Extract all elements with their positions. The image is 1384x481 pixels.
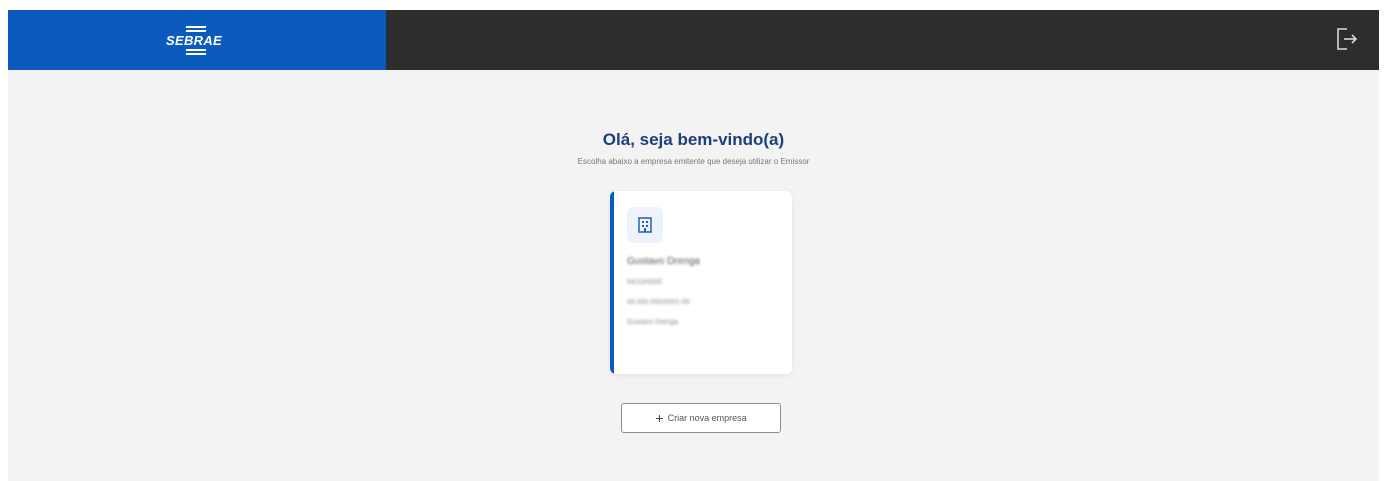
- building-icon: [627, 207, 663, 243]
- company-cnpj: 00.000.000/0001-00: [627, 299, 690, 306]
- logout-button[interactable]: [1335, 26, 1359, 52]
- company-owner: Gustavo Drenga: [627, 319, 678, 326]
- plus-icon: +: [655, 410, 664, 426]
- sebrae-logo[interactable]: SEBRAE: [166, 22, 228, 58]
- main-content: Olá, seja bem-vindo(a) Escolha abaixo a …: [8, 70, 1379, 481]
- logo-stripe: [185, 30, 207, 32]
- page-subtitle: Escolha abaixo a empresa emitente que de…: [577, 157, 810, 166]
- company-card[interactable]: Gustavo Drenga 04/10/0000 00.000.000/000…: [610, 191, 792, 374]
- card-accent-bar: [610, 191, 614, 374]
- create-company-button[interactable]: + Criar nova empresa: [621, 403, 781, 433]
- logo-stripe: [185, 26, 207, 28]
- logo-stripe: [185, 49, 207, 51]
- page-title: Olá, seja bem-vindo(a): [602, 130, 785, 149]
- logo-text: SEBRAE: [166, 33, 222, 48]
- top-bar: SEBRAE: [8, 10, 1379, 70]
- app-window: SEBRAE Olá, seja bem-vindo(a) Escolha ab…: [8, 10, 1379, 481]
- logo-stripe: [185, 53, 207, 55]
- company-date: 04/10/0000: [627, 279, 663, 286]
- brand-area: SEBRAE: [8, 10, 386, 70]
- logout-icon: [1337, 28, 1358, 50]
- company-name: Gustavo Drenga: [627, 256, 700, 267]
- create-company-label: Criar nova empresa: [667, 413, 747, 423]
